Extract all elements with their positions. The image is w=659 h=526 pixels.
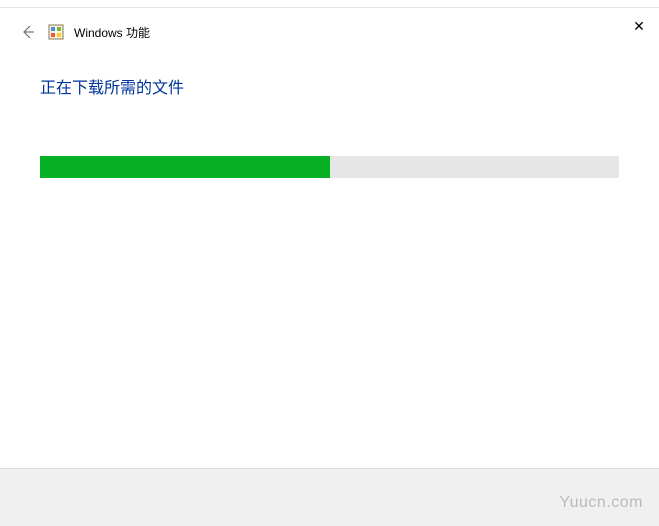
progress-bar [40,156,619,178]
header: Windows 功能 [0,8,659,42]
titlebar [0,0,659,8]
close-button[interactable]: ✕ [627,14,651,38]
progress-fill [40,156,330,178]
watermark-text: Yuucn.com [559,494,643,512]
back-button[interactable] [18,22,38,42]
content-area: 正在下载所需的文件 [0,42,659,178]
windows-features-icon [48,24,64,40]
back-arrow-icon [20,24,36,40]
status-heading: 正在下载所需的文件 [40,74,619,98]
window-title: Windows 功能 [74,24,150,41]
